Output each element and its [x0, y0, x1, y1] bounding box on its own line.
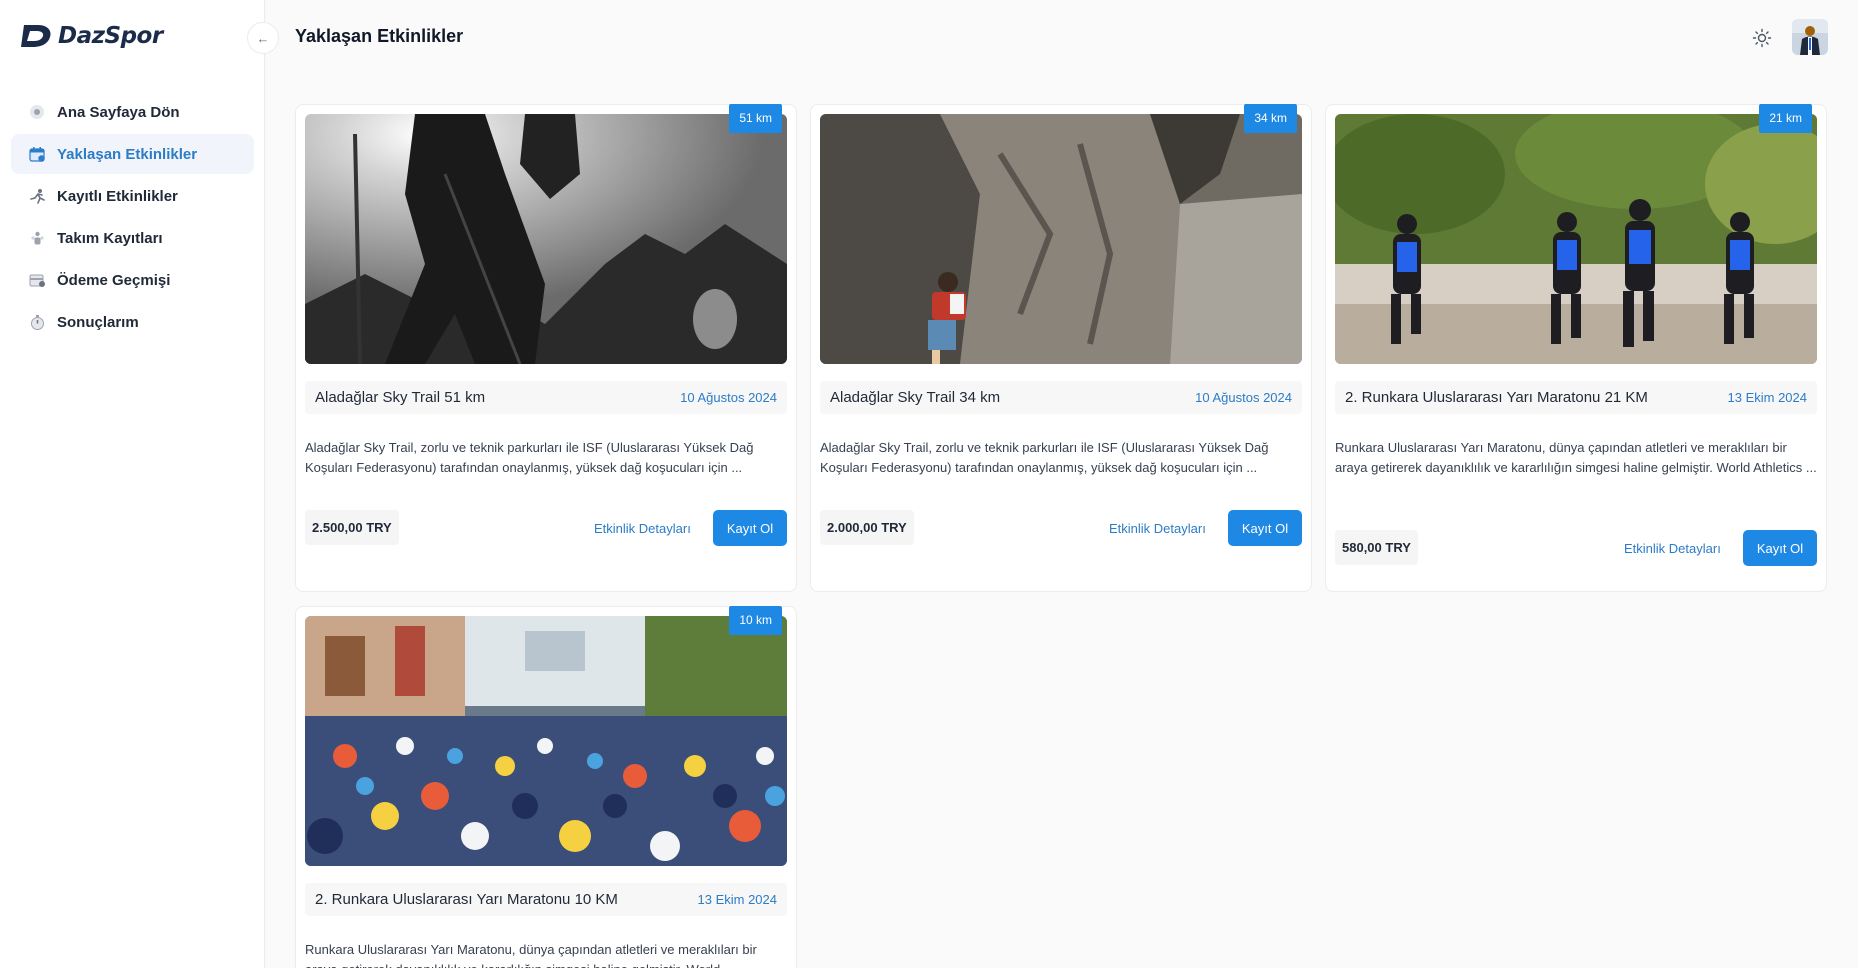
event-title: Aladağlar Sky Trail 51 km — [315, 389, 486, 406]
event-image-crowd[interactable] — [305, 616, 787, 866]
collapse-sidebar-button[interactable]: ← — [247, 22, 279, 54]
event-description: Aladağlar Sky Trail, zorlu ve teknik par… — [305, 440, 754, 475]
sidebar-item-team-registrations[interactable]: Takım Kayıtları — [11, 218, 254, 258]
sidebar-item-label: Sonuçlarım — [57, 313, 139, 331]
distance-badge: 34 km — [1244, 104, 1297, 133]
event-details-link[interactable]: Etkinlik Detayları — [1624, 541, 1721, 556]
payment-icon — [28, 271, 46, 289]
rock-climber-photo — [820, 114, 1302, 364]
team-icon — [28, 229, 46, 247]
register-button[interactable]: Kayıt Ol — [713, 510, 787, 546]
distance-badge: 21 km — [1759, 104, 1812, 133]
event-image-hiker[interactable] — [305, 114, 787, 364]
event-title: 2. Runkara Uluslararası Yarı Maratonu 10… — [315, 891, 618, 908]
hiker-silhouette-photo — [305, 114, 787, 364]
theme-toggle-button[interactable] — [1748, 24, 1776, 52]
event-price: 2.000,00 TRY — [820, 510, 914, 545]
home-icon — [28, 103, 46, 121]
sidebar: DazSpor Ana Sayfaya Dön Yaklaşan Etkinli… — [0, 0, 265, 968]
event-title-row: Aladağlar Sky Trail 34 km 10 Ağustos 202… — [820, 381, 1302, 414]
sidebar-item-label: Yaklaşan Etkinlikler — [57, 145, 198, 163]
event-description: Runkara Uluslararası Yarı Maratonu, düny… — [305, 942, 757, 968]
page-title: Yaklaşan Etkinlikler — [295, 26, 464, 46]
avatar[interactable] — [1792, 19, 1828, 55]
sidebar-item-payment-history[interactable]: Ödeme Geçmişi — [11, 260, 254, 300]
event-card: 51 km Aladağlar Sky Trail 51 km 10 Ağust… — [295, 104, 797, 592]
logo-mark-icon — [21, 25, 51, 47]
sidebar-item-label: Kayıtlı Etkinlikler — [57, 187, 178, 205]
crowd-runners-photo — [305, 616, 787, 866]
distance-badge: 51 km — [729, 104, 782, 133]
distance-badge: 10 km — [729, 606, 782, 635]
register-button[interactable]: Kayıt Ol — [1743, 530, 1817, 566]
logo-text: DazSpor — [58, 23, 163, 49]
stopwatch-icon — [28, 313, 46, 331]
event-price: 580,00 TRY — [1335, 530, 1418, 565]
event-date: 10 Ağustos 2024 — [1195, 390, 1292, 405]
sun-icon — [1752, 28, 1772, 48]
event-date: 10 Ağustos 2024 — [680, 390, 777, 405]
logo[interactable]: DazSpor — [20, 22, 163, 50]
sidebar-item-my-results[interactable]: Sonuçlarım — [11, 302, 254, 342]
runner-icon — [28, 187, 46, 205]
event-title-row: 2. Runkara Uluslararası Yarı Maratonu 21… — [1335, 381, 1817, 414]
sidebar-item-home[interactable]: Ana Sayfaya Dön — [11, 92, 254, 132]
event-card: 34 km Aladağlar Sky Trail 34 km 10 Ağust… — [810, 104, 1312, 592]
event-title-row: 2. Runkara Uluslararası Yarı Maratonu 10… — [305, 883, 787, 916]
event-title: Aladağlar Sky Trail 34 km — [830, 389, 1001, 406]
event-description: Runkara Uluslararası Yarı Maratonu, düny… — [1335, 440, 1817, 475]
event-title-row: Aladağlar Sky Trail 51 km 10 Ağustos 202… — [305, 381, 787, 414]
event-date: 13 Ekim 2024 — [697, 892, 778, 907]
event-description: Aladağlar Sky Trail, zorlu ve teknik par… — [820, 440, 1269, 475]
register-button[interactable]: Kayıt Ol — [1228, 510, 1302, 546]
sidebar-item-upcoming-events[interactable]: Yaklaşan Etkinlikler — [11, 134, 254, 174]
event-image-marathon[interactable] — [1335, 114, 1817, 364]
event-details-link[interactable]: Etkinlik Detayları — [594, 521, 691, 536]
sidebar-nav: Ana Sayfaya Dön Yaklaşan Etkinlikler Kay… — [11, 92, 254, 344]
sidebar-item-label: Takım Kayıtları — [57, 229, 163, 247]
calendar-icon — [28, 145, 46, 163]
event-title: 2. Runkara Uluslararası Yarı Maratonu 21… — [1345, 389, 1648, 406]
event-card: 10 km 2. Runkara Uluslararası Yarı Marat… — [295, 606, 797, 968]
event-details-link[interactable]: Etkinlik Detayları — [1109, 521, 1206, 536]
marathon-runners-photo — [1335, 114, 1817, 364]
event-date: 13 Ekim 2024 — [1727, 390, 1808, 405]
user-avatar-icon — [1792, 19, 1828, 55]
event-image-climber[interactable] — [820, 114, 1302, 364]
sidebar-item-label: Ana Sayfaya Dön — [57, 103, 180, 121]
event-price: 2.500,00 TRY — [305, 510, 399, 545]
event-card: 21 km 2. Runkara Uluslararası Yarı Marat… — [1325, 104, 1827, 592]
sidebar-item-registered-events[interactable]: Kayıtlı Etkinlikler — [11, 176, 254, 216]
arrow-left-icon: ← — [256, 30, 270, 46]
sidebar-item-label: Ödeme Geçmişi — [57, 271, 171, 289]
